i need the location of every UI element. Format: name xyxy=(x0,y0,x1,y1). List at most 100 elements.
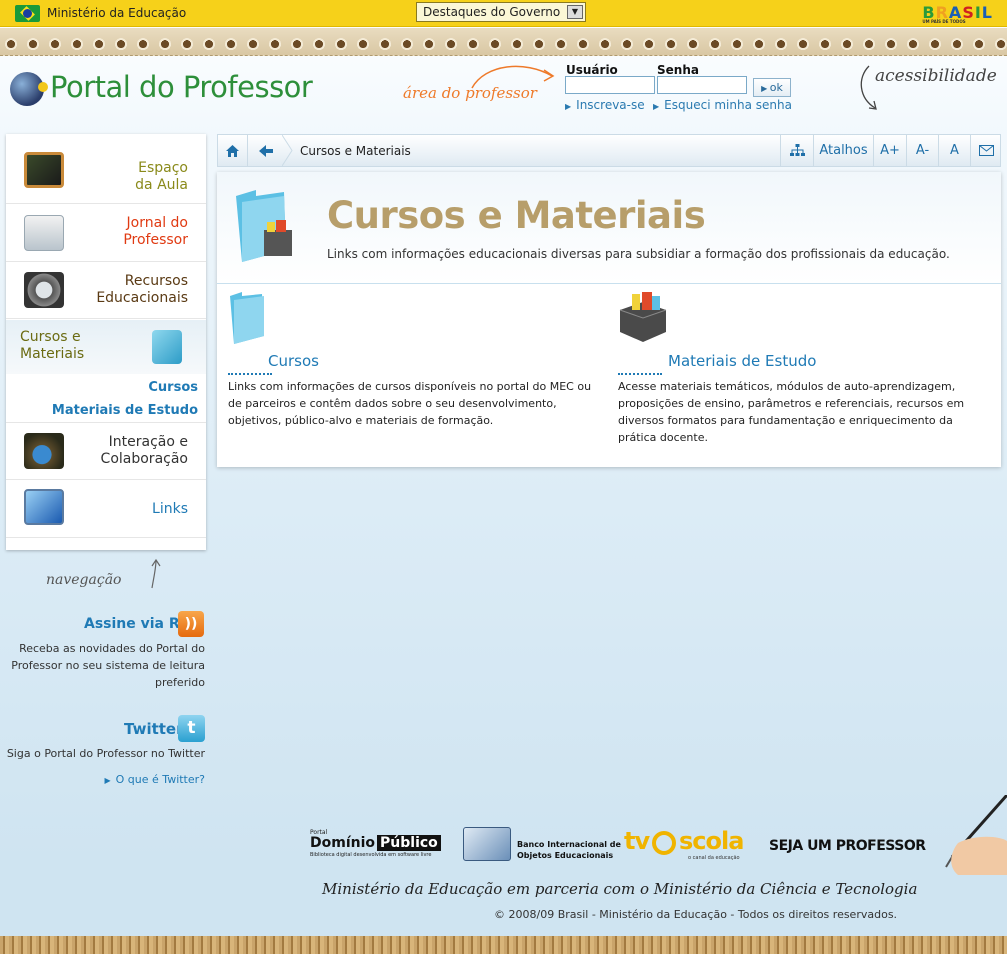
envelope-icon xyxy=(978,145,994,156)
decorative-ribbon xyxy=(0,28,1007,56)
area-professor-label: área do professor xyxy=(403,84,537,102)
rss-icon[interactable]: )) xyxy=(178,611,204,637)
seja-um-professor-link[interactable]: SEJA UM PROFESSOR xyxy=(769,838,926,854)
brasil-slogan: UM PAÍS DE TODOS xyxy=(922,19,966,24)
nav-arrow-icon xyxy=(151,558,161,589)
dp-sub-label: Biblioteca digital desenvolvida em softw… xyxy=(310,852,432,858)
home-button[interactable] xyxy=(218,135,248,166)
box-folder-icon xyxy=(152,330,182,364)
portal-logo[interactable]: Portal do Professor xyxy=(50,70,313,104)
sidebar-item-jornal-do-professor[interactable]: Jornal do Professor xyxy=(6,205,206,262)
folder-icon[interactable] xyxy=(228,292,268,344)
breadcrumb-separator-icon xyxy=(282,135,293,166)
box-materials-icon[interactable] xyxy=(618,292,668,344)
login-ok-button[interactable]: ▶ ok xyxy=(753,78,791,97)
back-button[interactable] xyxy=(249,135,283,166)
sidebar-nav: Espaço da Aula Jornal do Professor Recur… xyxy=(6,134,206,550)
triangle-right-icon: ▶ xyxy=(653,102,660,111)
content-header: Cursos e Materiais Links com informações… xyxy=(217,172,1001,284)
ok-label: ok xyxy=(769,81,783,94)
newspaper-icon xyxy=(24,215,64,251)
password-input[interactable] xyxy=(657,76,747,94)
brasil-logo[interactable]: BRASIL UM PAÍS DE TODOS xyxy=(922,3,993,24)
globe-book-icon xyxy=(463,827,511,861)
shortcuts-button[interactable]: Atalhos xyxy=(813,135,873,166)
password-label: Senha xyxy=(657,63,699,77)
signup-label: Inscreva-se xyxy=(576,98,645,112)
sidebar-item-cursos-e-materiais[interactable]: Cursos e Materiais xyxy=(6,320,206,374)
materiais-section: Materiais de Estudo Acesse materiais tem… xyxy=(618,292,998,444)
home-icon xyxy=(226,145,239,157)
sidebar-subitem-materiais-de-estudo[interactable]: Materiais de Estudo xyxy=(52,403,198,418)
sidebar-item-label: Jornal do Professor xyxy=(123,215,188,248)
people-globe-icon xyxy=(24,433,64,469)
partnership-text: Ministério da Educação em parceria com o… xyxy=(322,880,918,898)
decorative-bottom-bar xyxy=(0,936,1007,954)
box-folder-icon xyxy=(236,190,292,262)
breadcrumb-current: Cursos e Materiais xyxy=(300,144,411,158)
materiais-link[interactable]: Materiais de Estudo xyxy=(668,352,816,370)
username-input[interactable] xyxy=(565,76,655,94)
triangle-right-icon: ▶ xyxy=(565,102,572,111)
sidebar-item-recursos-educacionais[interactable]: Recursos Educacionais xyxy=(6,263,206,319)
sidebar-item-label: Cursos e Materiais xyxy=(20,329,85,362)
font-reset-button[interactable]: A xyxy=(938,135,970,166)
dominio-publico-logo[interactable]: Portal Domínio Público Biblioteca digital… xyxy=(308,829,448,859)
scola-label: scola xyxy=(679,827,744,855)
destaques-select[interactable]: Destaques do Governo ▼ xyxy=(416,2,586,22)
sidebar-item-espaco-da-aula[interactable]: Espaço da Aula xyxy=(6,134,206,204)
email-button[interactable] xyxy=(970,135,1001,166)
chevron-down-icon: ▼ xyxy=(567,5,583,19)
cursos-description: Links com informações de cursos disponív… xyxy=(228,380,592,427)
sidebar-item-label: Links xyxy=(152,501,188,517)
twitter-description: Siga o Portal do Professor no Twitter xyxy=(6,747,205,760)
copyright-text: © 2008/09 Brasil - Ministério da Educaçã… xyxy=(494,908,898,921)
chalkboard-icon xyxy=(24,152,64,188)
title-underline xyxy=(618,372,662,375)
forgot-label: Esqueci minha senha xyxy=(664,98,792,112)
sitemap-button[interactable] xyxy=(780,135,813,166)
twitter-icon[interactable]: t xyxy=(178,715,205,742)
tv-sub-label: o canal da educação xyxy=(688,855,740,861)
destaques-value: Destaques do Governo xyxy=(423,5,561,19)
page-title: Cursos e Materiais xyxy=(327,194,706,237)
sidebar-item-label: Espaço da Aula xyxy=(135,160,188,193)
navigation-script-label: navegação xyxy=(46,572,122,588)
sidebar-item-links[interactable]: Links xyxy=(6,481,206,538)
what-is-twitter-link[interactable]: ▶ O que é Twitter? xyxy=(105,773,206,786)
sidebar-subitem-cursos[interactable]: Cursos xyxy=(148,380,198,395)
sidebar-item-label: Interação e Colaboração xyxy=(100,434,188,467)
arrow-left-icon xyxy=(259,145,273,157)
government-bar: Ministério da Educação Destaques do Gove… xyxy=(0,0,1007,27)
materiais-description: Acesse materiais temáticos, módulos de a… xyxy=(618,380,965,444)
dp-main-label: Domínio Público xyxy=(310,835,441,851)
accessibility-link[interactable]: acessibilidade xyxy=(875,66,997,86)
sidebar-item-interacao-e-colaboracao[interactable]: Interação e Colaboração xyxy=(6,422,206,480)
page-toolbar: Cursos e Materiais Atalhos A+ A- A xyxy=(217,134,1001,167)
tv-label: tv xyxy=(624,827,650,855)
signup-link[interactable]: ▶ Inscreva-se xyxy=(565,98,645,112)
font-decrease-button[interactable]: A- xyxy=(906,135,938,166)
ministry-link[interactable]: Ministério da Educação xyxy=(47,6,186,20)
sitemap-icon xyxy=(789,144,805,156)
triangle-right-icon: ▶ xyxy=(104,776,111,785)
what-is-twitter-label: O que é Twitter? xyxy=(115,773,205,786)
cursos-section: Cursos Links com informações de cursos d… xyxy=(228,292,608,427)
rss-description: Receba as novidades do Portal do Profess… xyxy=(11,642,205,689)
twitter-link[interactable]: Twitter xyxy=(124,720,184,738)
font-increase-button[interactable]: A+ xyxy=(873,135,906,166)
tv-e-icon xyxy=(652,831,676,855)
bioe-logo[interactable]: Banco Internacional de Objetos Educacion… xyxy=(463,827,621,863)
sidebar-item-label: Recursos Educacionais xyxy=(96,273,188,306)
title-underline xyxy=(228,372,272,375)
tv-escola-logo[interactable]: tv scola o canal da educação xyxy=(624,827,744,863)
monitor-globe-icon xyxy=(24,489,64,525)
bioe-label: Banco Internacional de Objetos Educacion… xyxy=(517,840,621,860)
brazil-flag-icon xyxy=(15,5,40,22)
forgot-password-link[interactable]: ▶ Esqueci minha senha xyxy=(653,98,792,112)
main-content: Cursos e Materiais Links com informações… xyxy=(217,172,1001,467)
username-label: Usuário xyxy=(566,63,618,77)
page-description: Links com informações educacionais diver… xyxy=(327,247,950,261)
hand-pen-icon xyxy=(945,795,1007,875)
cursos-link[interactable]: Cursos xyxy=(268,352,319,370)
